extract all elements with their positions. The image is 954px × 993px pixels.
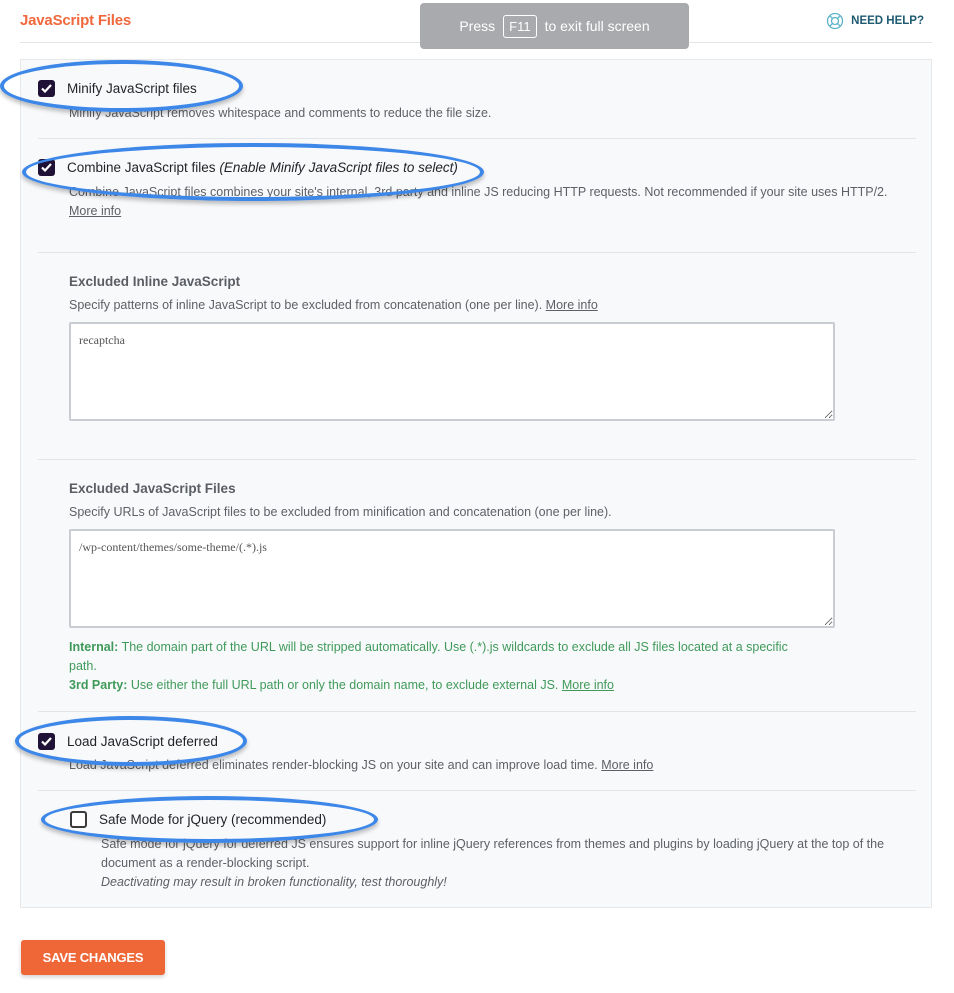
combine-more-info-link[interactable]: More info [69, 204, 121, 218]
third-party-text: Use either the full URL path or only the… [130, 678, 559, 692]
excluded-inline-section: Excluded Inline JavaScript Specify patte… [38, 253, 916, 460]
settings-panel: Minify JavaScript files Minify JavaScrip… [20, 59, 932, 908]
safe-mode-description-text: Safe mode for jQuery for deferred JS ens… [101, 837, 885, 870]
safe-mode-checkbox[interactable] [70, 811, 87, 828]
internal-label: Internal: [69, 640, 119, 654]
need-help-label: NEED HELP? [851, 15, 924, 27]
excluded-inline-description: Specify patterns of inline JavaScript to… [69, 296, 598, 315]
defer-section: Load JavaScript deferred Load JavaScript… [38, 712, 916, 791]
excluded-inline-description-text: Specify patterns of inline JavaScript to… [69, 298, 543, 312]
combine-label-text: Combine JavaScript files [67, 160, 216, 175]
safe-mode-description: Safe mode for jQuery for deferred JS ens… [101, 835, 906, 892]
f11-key: F11 [503, 14, 537, 38]
safe-mode-warning: Deactivating may result in broken functi… [101, 875, 447, 889]
excluded-files-textarea[interactable]: /wp-content/themes/some-theme/(.*).js [69, 529, 835, 628]
defer-label: Load JavaScript deferred [67, 734, 218, 749]
banner-suffix: to exit full screen [544, 18, 650, 34]
defer-checkbox[interactable] [38, 733, 55, 750]
lifebuoy-icon [826, 12, 844, 30]
excluded-inline-title: Excluded Inline JavaScript [69, 274, 241, 289]
banner-prefix: Press [459, 18, 496, 34]
safe-mode-label: Safe Mode for jQuery (recommended) [99, 812, 327, 827]
safe-mode-section: Safe Mode for jQuery (recommended) Safe … [38, 791, 916, 908]
excluded-inline-more-info-link[interactable]: More info [546, 298, 598, 312]
excluded-files-section: Excluded JavaScript Files Specify URLs o… [38, 460, 916, 712]
combine-description-text: Combine JavaScript files combines your s… [69, 185, 888, 199]
combine-label: Combine JavaScript files (Enable Minify … [67, 160, 458, 175]
page-title: JavaScript Files [20, 12, 132, 29]
save-changes-button[interactable]: SAVE CHANGES [21, 940, 165, 975]
need-help-link[interactable]: NEED HELP? [826, 12, 924, 30]
minify-section: Minify JavaScript files Minify JavaScrip… [38, 60, 916, 139]
defer-more-info-link[interactable]: More info [601, 758, 653, 772]
combine-hint: (Enable Minify JavaScript files to selec… [219, 160, 458, 175]
minify-description: Minify JavaScript removes whitespace and… [69, 106, 492, 120]
check-icon [41, 84, 52, 93]
defer-description-text: Load JavaScript deferred eliminates rend… [69, 758, 598, 772]
check-icon [41, 737, 52, 746]
combine-description: Combine JavaScript files combines your s… [69, 183, 919, 221]
excluded-files-title: Excluded JavaScript Files [69, 481, 236, 496]
excluded-files-help: Internal: The domain part of the URL wil… [69, 638, 814, 695]
minify-checkbox[interactable] [38, 80, 55, 97]
fullscreen-exit-banner: Press F11 to exit full screen [420, 3, 689, 49]
combine-checkbox[interactable] [38, 159, 55, 176]
defer-description: Load JavaScript deferred eliminates rend… [69, 756, 653, 775]
third-party-more-info-link[interactable]: More info [562, 678, 614, 692]
internal-text: The domain part of the URL will be strip… [69, 640, 788, 673]
third-party-label: 3rd Party: [69, 678, 128, 692]
combine-section: Combine JavaScript files (Enable Minify … [38, 139, 916, 253]
check-icon [41, 163, 52, 172]
excluded-files-description: Specify URLs of JavaScript files to be e… [69, 505, 612, 519]
minify-label: Minify JavaScript files [67, 81, 197, 96]
excluded-inline-textarea[interactable]: recaptcha [69, 322, 835, 421]
